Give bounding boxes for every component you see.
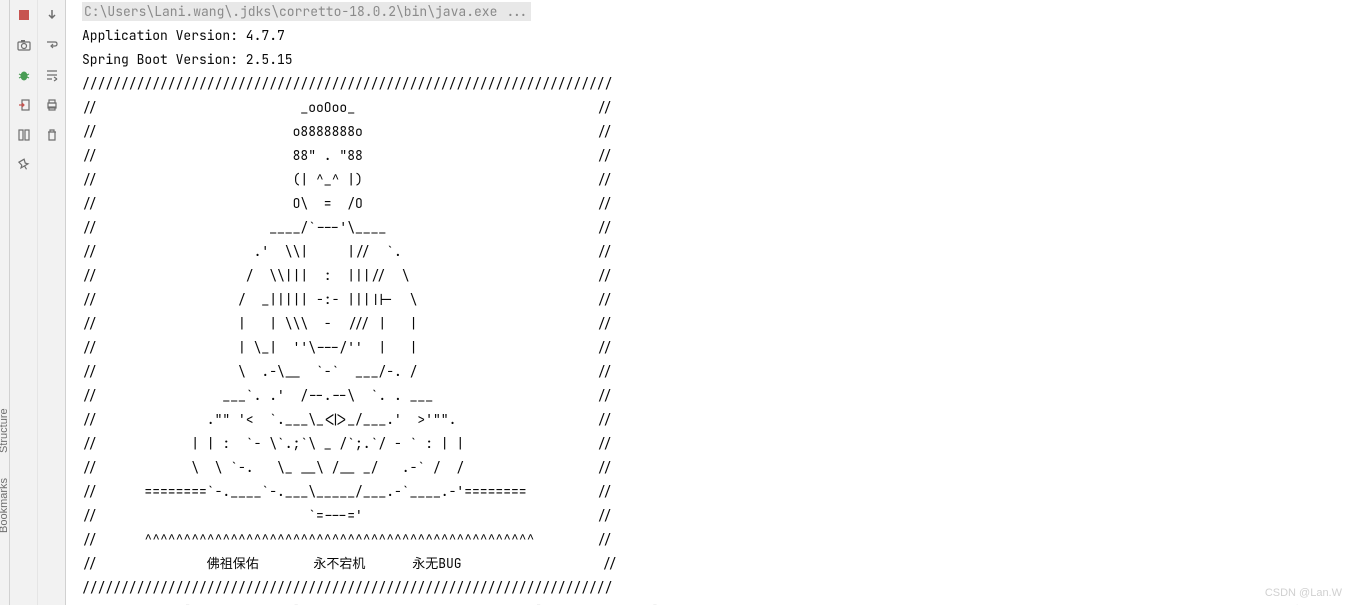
attach-debugger-button[interactable] (13, 64, 35, 86)
command-line: C:\Users\Lani.wang\.jdks\corretto-18.0.2… (82, 2, 531, 21)
scroll-end-button[interactable] (41, 4, 63, 26)
dump-threads-button[interactable] (13, 34, 35, 56)
bug-icon (17, 68, 31, 82)
app-version-line: Application Version: 4.7.7 (82, 27, 285, 44)
print-icon (45, 98, 59, 112)
trash-icon (45, 128, 59, 142)
console-text: C:\Users\Lani.wang\.jdks\corretto-18.0.2… (82, 0, 1336, 605)
print-button[interactable] (41, 94, 63, 116)
wrap-icon (45, 68, 59, 82)
stop-button[interactable] (13, 4, 35, 26)
pin-icon (17, 158, 31, 172)
left-edge-sidebar: Structure Bookmarks (0, 0, 10, 605)
camera-icon (17, 38, 31, 52)
wrap-button[interactable] (41, 64, 63, 86)
soft-wrap-button[interactable] (41, 34, 63, 56)
down-arrow-icon (45, 8, 59, 22)
ascii-art-block: ////////////////////////////////////////… (82, 75, 618, 596)
stop-icon (17, 8, 31, 22)
structure-tab-label[interactable]: Structure (0, 408, 10, 453)
exit-icon (17, 98, 31, 112)
exit-button[interactable] (13, 94, 35, 116)
pin-button[interactable] (13, 154, 35, 176)
spring-version-line: Spring Boot Version: 2.5.15 (82, 51, 293, 68)
watermark-text: CSDN @Lan.W (1265, 587, 1342, 599)
clear-button[interactable] (41, 124, 63, 146)
console-toolbar-left (10, 0, 38, 605)
console-output-panel[interactable]: C:\Users\Lani.wang\.jdks\corretto-18.0.2… (66, 0, 1348, 605)
console-toolbar-right (38, 0, 66, 605)
bookmarks-tab-label[interactable]: Bookmarks (0, 478, 10, 533)
layout-button[interactable] (13, 124, 35, 146)
soft-wrap-icon (45, 38, 59, 52)
layout-icon (17, 128, 31, 142)
